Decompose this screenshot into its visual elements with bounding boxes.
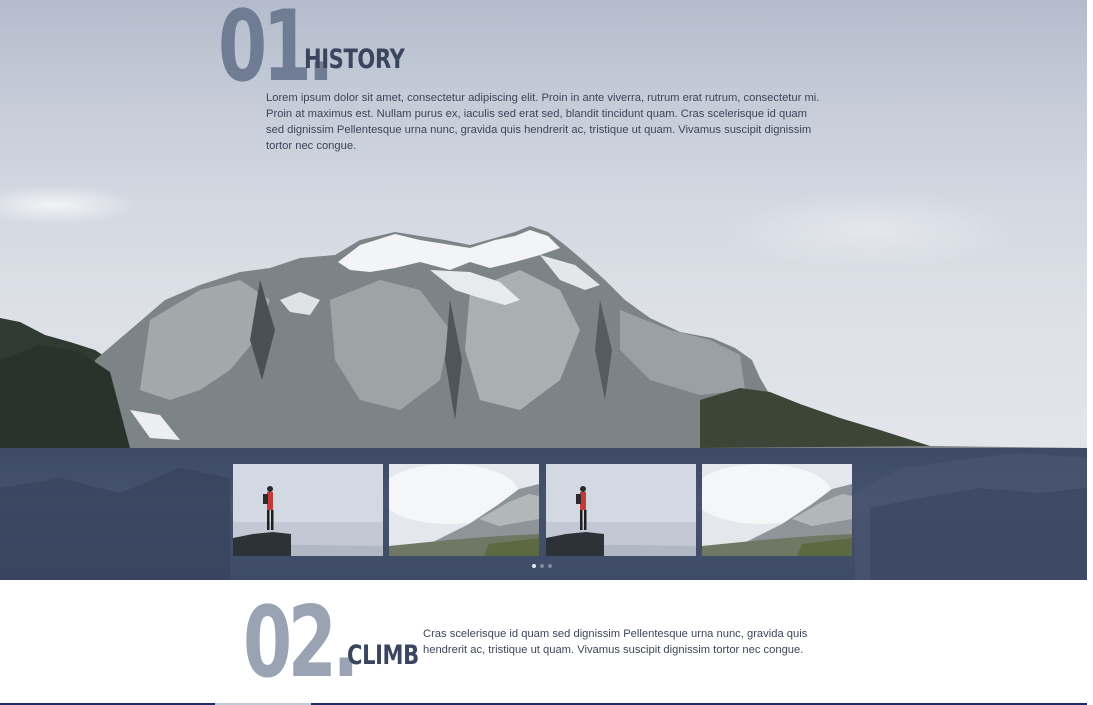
cloudy-mountain-image [702,464,852,556]
section-body-text: Lorem ipsum dolor sit amet, consectetur … [266,92,820,152]
gallery-thumbnail[interactable] [233,464,383,556]
gallery-strip [0,448,1087,580]
hiker-on-cliff-image [233,464,383,556]
hero-section: 01. HISTORY Lorem ipsum dolor sit amet, … [0,0,1087,448]
cloudy-mountain-image [389,464,539,556]
gallery-thumbnail[interactable] [389,464,539,556]
pager-dot[interactable] [540,564,544,568]
mountain-background-image [0,226,1087,448]
section-number-digits: 01 [218,0,312,104]
climb-section: 02. CLIMB Cras scelerisque id quam sed d… [0,580,1087,705]
gallery-thumbnail[interactable] [702,464,852,556]
section-body-text: Cras scelerisque id quam sed dignissim P… [423,628,808,656]
gallery-pager [531,564,555,570]
gallery-thumbnail[interactable] [546,464,696,556]
page-edge [1087,0,1093,705]
section-number: 02. [243,594,359,692]
forest-background-image [0,453,1087,580]
section-title: HISTORY [304,44,405,75]
pager-dot-active[interactable] [532,564,536,568]
hiker-on-cliff-image [546,464,696,556]
pager-dot[interactable] [548,564,552,568]
section-title: CLIMB [347,640,419,671]
section-number-digits: 02 [243,586,337,700]
